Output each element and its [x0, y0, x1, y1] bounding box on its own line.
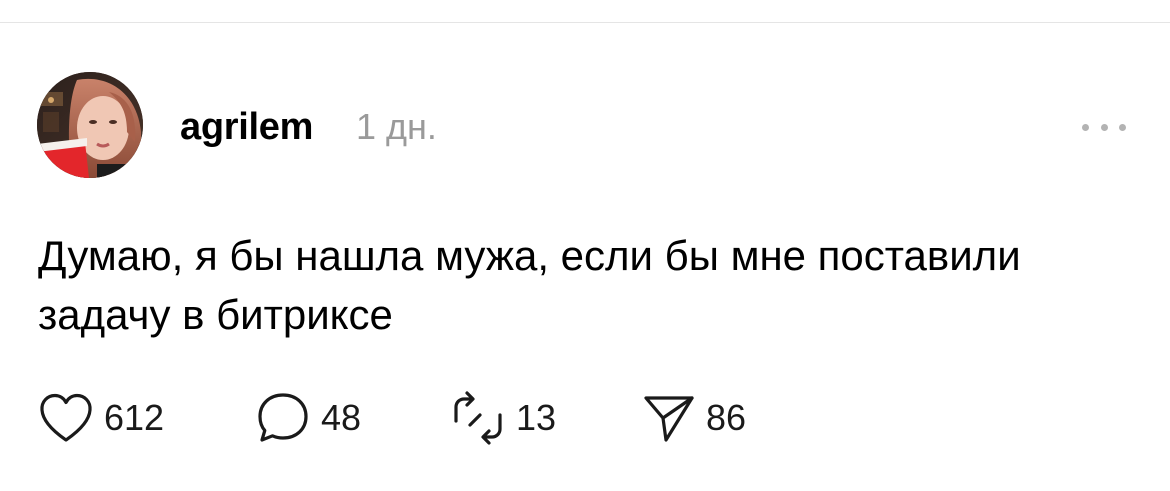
repost-button[interactable]: 13	[450, 390, 556, 446]
avatar[interactable]	[37, 72, 143, 178]
more-dot	[1082, 123, 1089, 131]
more-dot	[1119, 123, 1126, 131]
comment-button[interactable]: 48	[255, 390, 361, 446]
username[interactable]: agrilem	[180, 104, 313, 150]
heart-icon	[40, 393, 92, 442]
share-button[interactable]: 86	[642, 390, 746, 446]
user-avatar-photo	[37, 72, 143, 178]
more-options-icon[interactable]	[1082, 116, 1126, 138]
like-button[interactable]: 612	[38, 390, 164, 446]
post-text: Думаю, я бы нашла мужа, если бы мне пост…	[38, 232, 1021, 338]
like-count: 612	[104, 397, 165, 438]
repost-count: 13	[516, 397, 557, 438]
repost-icon	[454, 391, 502, 445]
top-divider	[0, 22, 1170, 23]
more-dot	[1100, 123, 1108, 131]
comment-bubble-icon	[258, 393, 308, 442]
send-icon	[644, 396, 694, 442]
post-timestamp: 1 дн.	[356, 106, 437, 147]
comment-count: 48	[321, 397, 362, 438]
share-count: 86	[706, 397, 747, 438]
